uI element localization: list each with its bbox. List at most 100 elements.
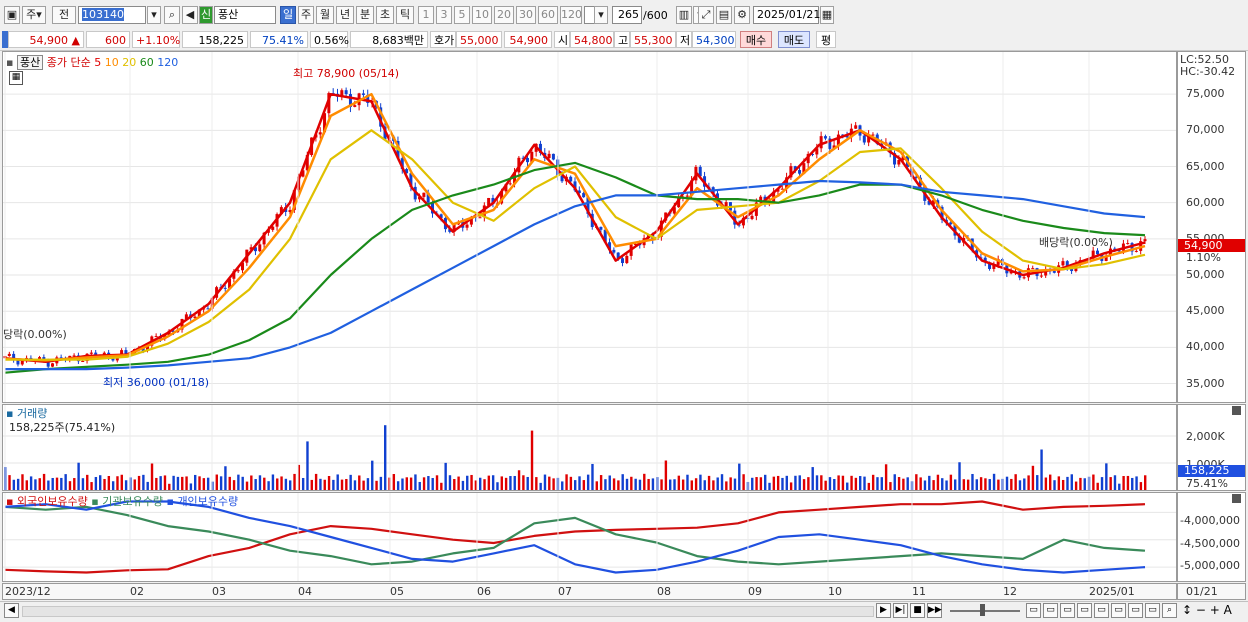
x-axis-label: 10 bbox=[828, 585, 842, 598]
volume-bar bbox=[1126, 475, 1130, 490]
period-tick-button[interactable]: 틱 bbox=[396, 6, 414, 24]
volume-bar bbox=[1005, 476, 1009, 490]
interval-3-button[interactable]: 3 bbox=[436, 6, 452, 24]
period-prefix-select[interactable]: 전 bbox=[52, 6, 76, 24]
eval-button[interactable]: 평 bbox=[816, 31, 836, 48]
candle-type-icon[interactable]: ▥ bbox=[676, 6, 692, 24]
search-icon-bottom[interactable]: ⌕ bbox=[1162, 603, 1177, 618]
interval-20-button[interactable]: 20 bbox=[494, 6, 514, 24]
open-price: 54,800 bbox=[570, 31, 614, 48]
custom-interval-dropdown-icon[interactable]: ▾ bbox=[594, 6, 608, 24]
layout-icon-4[interactable]: ▭ bbox=[1077, 603, 1092, 618]
candle-body bbox=[508, 183, 512, 185]
holdings-ytick-2: -4,500,000 bbox=[1180, 537, 1240, 550]
period-month-button[interactable]: 월 bbox=[316, 6, 334, 24]
period-year-button[interactable]: 년 bbox=[336, 6, 354, 24]
price-name-tag[interactable]: 풍산 bbox=[16, 55, 44, 70]
price-chart-panel[interactable]: ▪ 풍산 종가 단순 5 10 20 60 120 ▦ 최고 78,900 (0… bbox=[2, 51, 1177, 403]
candle-body bbox=[599, 226, 603, 230]
volume-bar bbox=[310, 479, 313, 490]
period-week-button[interactable]: 주 bbox=[298, 6, 314, 24]
volume-bar bbox=[306, 441, 309, 490]
sell-button[interactable]: 매도 bbox=[778, 31, 810, 48]
volume-bar bbox=[396, 481, 400, 490]
line-tool-icon[interactable]: ⤢ bbox=[698, 6, 714, 24]
table-toggle-icon[interactable]: ▦ bbox=[9, 71, 23, 85]
zoom-slider-handle[interactable] bbox=[980, 604, 985, 616]
volume-bar bbox=[466, 475, 469, 490]
turnover-pct: 0.56% bbox=[310, 31, 349, 48]
price-y-axis: LC:52.50 HC:-30.42 75,000 70,000 65,000 60,… bbox=[1177, 51, 1246, 403]
volume-close-icon[interactable] bbox=[1232, 406, 1241, 415]
interval-120-button[interactable]: 120 bbox=[560, 6, 582, 24]
stock-code-input[interactable]: 103140 bbox=[78, 6, 146, 24]
volume-bar bbox=[232, 480, 236, 490]
count-total: /600 bbox=[643, 9, 668, 22]
calendar-icon[interactable]: ▦ bbox=[820, 6, 834, 24]
volume-bar bbox=[336, 474, 339, 490]
stock-code-dropdown-icon[interactable]: ▾ bbox=[147, 6, 161, 24]
volume-bar bbox=[962, 479, 966, 490]
volume-ytick-2000k: 2,000K bbox=[1186, 430, 1225, 443]
volume-bar bbox=[94, 476, 98, 490]
holdings-line-1 bbox=[4, 505, 1146, 566]
layout-icon-6[interactable]: ▭ bbox=[1111, 603, 1126, 618]
scroll-track[interactable] bbox=[22, 606, 874, 617]
zoom-controls[interactable]: ↕ − + A bbox=[1182, 603, 1232, 617]
ask-label: 호가 bbox=[430, 31, 456, 48]
volume-bar bbox=[1044, 477, 1048, 490]
buy-button[interactable]: 매수 bbox=[740, 31, 772, 48]
volume-bar bbox=[189, 483, 193, 490]
interval-1-button[interactable]: 1 bbox=[418, 6, 434, 24]
layout-icon-7[interactable]: ▭ bbox=[1128, 603, 1143, 618]
ma-legend-20: 20 bbox=[122, 56, 137, 69]
volume-bar bbox=[923, 480, 927, 490]
volume-bar bbox=[578, 476, 581, 490]
layout-icon-2[interactable]: ▭ bbox=[1043, 603, 1058, 618]
fast-forward-icon[interactable]: ▶▶ bbox=[927, 603, 942, 618]
stock-name-field[interactable]: 풍산 bbox=[214, 6, 276, 24]
stop-icon[interactable]: ■ bbox=[910, 603, 925, 618]
volume-panel[interactable]: ▪ 거래량 158,225주(75.41%) bbox=[2, 404, 1177, 491]
price-chart-canvas[interactable] bbox=[3, 52, 1176, 402]
scroll-end-icon[interactable]: ▶| bbox=[893, 603, 908, 618]
search-icon[interactable]: ⌕ bbox=[164, 6, 180, 24]
volume-bar bbox=[60, 477, 63, 490]
layout-icon-8[interactable]: ▭ bbox=[1145, 603, 1160, 618]
window-menu-icon[interactable]: ▣ bbox=[4, 6, 20, 24]
holdings-panel[interactable]: ▪ 외국인보유수량 ▪ 기관보유수량 ▪ 개인보유수량 bbox=[2, 492, 1177, 582]
volume-bar bbox=[768, 482, 771, 490]
scroll-left-icon[interactable]: ◀ bbox=[4, 603, 19, 618]
zoom-slider[interactable] bbox=[950, 610, 1020, 612]
volume-chart-canvas[interactable] bbox=[3, 405, 1176, 490]
interval-60-button[interactable]: 60 bbox=[538, 6, 558, 24]
market-select[interactable]: 주▾ bbox=[22, 6, 46, 24]
period-minute-button[interactable]: 분 bbox=[356, 6, 374, 24]
candle-body bbox=[547, 153, 551, 159]
volume-bar bbox=[906, 477, 909, 490]
volume-bar bbox=[876, 477, 879, 490]
volume-bar bbox=[77, 462, 80, 490]
volume-bar bbox=[625, 478, 629, 490]
volume-bar bbox=[686, 474, 689, 490]
volume-bar bbox=[552, 478, 555, 490]
period-second-button[interactable]: 초 bbox=[376, 6, 394, 24]
interval-10-button[interactable]: 10 bbox=[472, 6, 492, 24]
volume-bar bbox=[366, 478, 370, 490]
date-input[interactable]: 2025/01/21 bbox=[753, 6, 820, 24]
layout-icon-3[interactable]: ▭ bbox=[1060, 603, 1075, 618]
speaker-icon[interactable]: ◀ bbox=[182, 6, 198, 24]
layout-icon-5[interactable]: ▭ bbox=[1094, 603, 1109, 618]
period-day-button[interactable]: 일 bbox=[280, 6, 296, 24]
holdings-close-icon[interactable] bbox=[1232, 494, 1241, 503]
volume-bar bbox=[202, 478, 206, 490]
gear-icon[interactable]: ⚙ bbox=[734, 6, 750, 24]
count-input[interactable]: 265 bbox=[612, 6, 642, 24]
layout-icon-1[interactable]: ▭ bbox=[1026, 603, 1041, 618]
scroll-right-icon[interactable]: ▶ bbox=[876, 603, 891, 618]
volume-bar bbox=[621, 474, 624, 490]
interval-30-button[interactable]: 30 bbox=[516, 6, 536, 24]
volume-bar bbox=[448, 475, 452, 490]
interval-5-button[interactable]: 5 bbox=[454, 6, 470, 24]
save-icon[interactable]: ▤ bbox=[716, 6, 732, 24]
